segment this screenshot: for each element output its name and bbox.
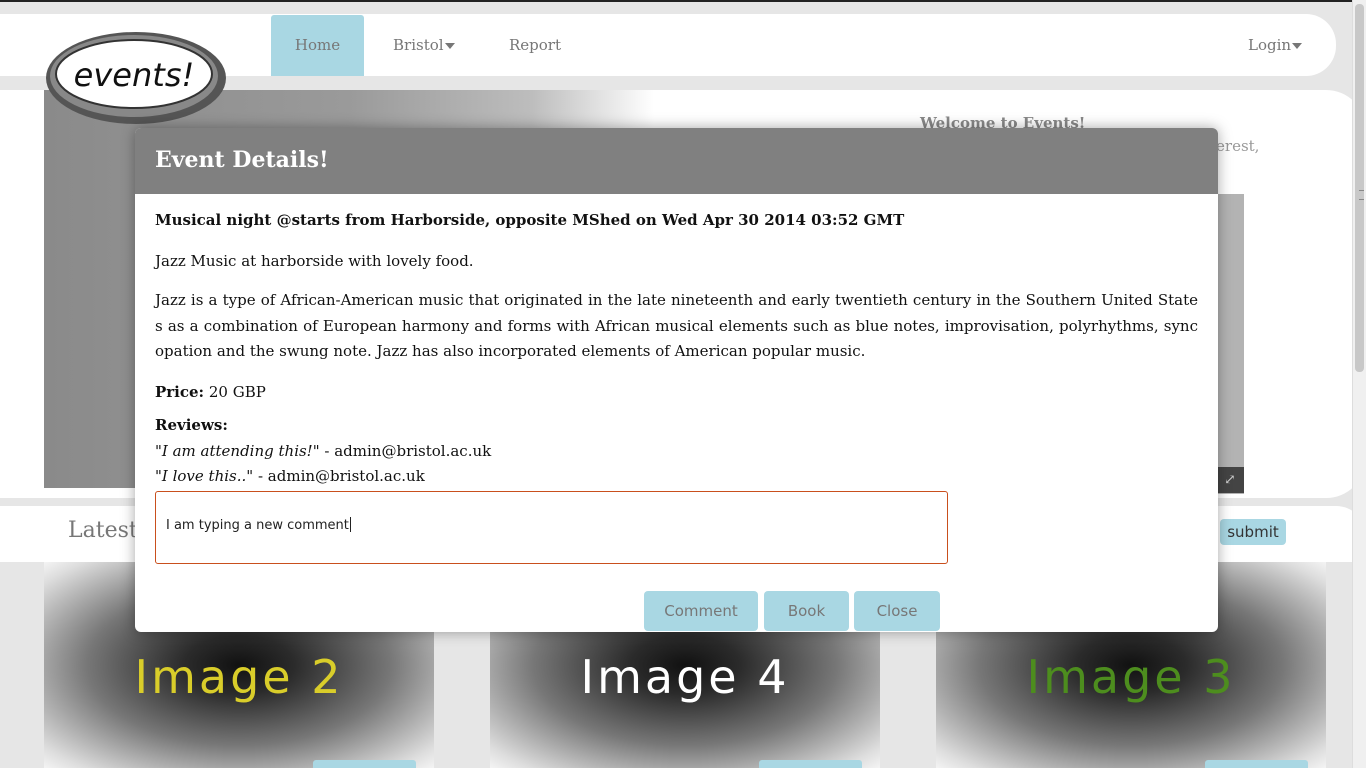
review-text: I love this.. xyxy=(161,466,247,485)
review-author: admin@bristol.ac.uk xyxy=(334,441,492,460)
price-row: Price: 20 GBP xyxy=(155,380,1198,406)
close-button[interactable]: Close xyxy=(854,591,940,631)
event-description: Jazz is a type of African-American music… xyxy=(155,291,1198,360)
review-item: "I love this.." - admin@bristol.ac.uk xyxy=(155,466,425,485)
event-heading: Musical night @starts from Harborside, o… xyxy=(155,211,905,229)
review-author: admin@bristol.ac.uk xyxy=(267,466,425,485)
book-button[interactable]: Book xyxy=(764,591,849,631)
modal-body: Musical night @starts from Harborside, o… xyxy=(135,194,1218,564)
comment-input[interactable]: I am typing a new comment xyxy=(155,490,948,564)
event-summary: Jazz Music at harborside with lovely foo… xyxy=(155,251,474,270)
modal-title: Event Details! xyxy=(135,128,1218,194)
comment-button[interactable]: Comment xyxy=(644,591,758,631)
text-cursor xyxy=(349,516,351,532)
comment-input-value: I am typing a new comment xyxy=(166,517,349,533)
price-value: 20 GBP xyxy=(208,382,266,401)
review-item: "I am attending this!" - admin@bristol.a… xyxy=(155,441,492,460)
review-text: I am attending this! xyxy=(161,441,313,460)
reviews-label: Reviews: xyxy=(155,416,228,434)
price-label: Price: xyxy=(155,382,205,401)
event-details-modal: Event Details! Musical night @starts fro… xyxy=(135,128,1218,632)
